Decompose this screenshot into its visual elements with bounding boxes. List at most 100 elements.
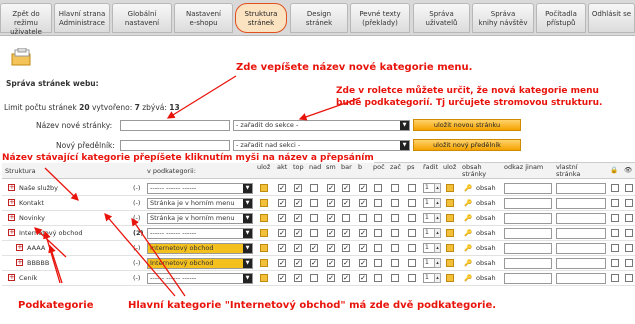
tab-5[interactable]: Design stránek <box>290 3 348 33</box>
subcategory-select[interactable]: ------ ------ ------ ▼ <box>147 183 253 194</box>
checkbox[interactable] <box>374 229 382 237</box>
checkbox[interactable] <box>374 184 382 192</box>
save-icon[interactable] <box>260 244 268 252</box>
tab-0[interactable]: Zpět do režimu uživatele <box>0 3 52 36</box>
save-icon[interactable] <box>260 274 268 282</box>
save-icon[interactable] <box>446 214 454 222</box>
expand-icon[interactable]: + <box>16 259 23 266</box>
checkbox[interactable]: ✓ <box>359 229 367 237</box>
row-name[interactable]: BBBBB <box>27 258 49 268</box>
order-spinner-icon[interactable]: ▴ <box>434 213 441 223</box>
order-spinner-icon[interactable]: ▴ <box>434 183 441 193</box>
expand-icon[interactable]: + <box>8 184 15 191</box>
content-link[interactable]: obsah <box>476 243 496 253</box>
checkbox[interactable] <box>611 274 619 282</box>
tab-10[interactable]: Odhlásit se <box>588 3 635 33</box>
new-page-input[interactable] <box>120 120 230 131</box>
tab-4[interactable]: Struktura stránek <box>235 3 287 33</box>
checkbox[interactable] <box>374 214 382 222</box>
checkbox[interactable]: ✓ <box>278 184 286 192</box>
save-icon[interactable] <box>260 214 268 222</box>
checkbox[interactable] <box>611 259 619 267</box>
save-icon[interactable] <box>446 259 454 267</box>
tab-9[interactable]: Počítadla přístupů <box>536 3 586 33</box>
checkbox[interactable] <box>625 229 633 237</box>
own-page-input[interactable] <box>556 273 606 284</box>
row-name[interactable]: Internetový obchod <box>19 228 82 238</box>
key-icon[interactable]: 🔑 <box>464 183 472 193</box>
checkbox[interactable] <box>625 259 633 267</box>
save-icon[interactable] <box>260 184 268 192</box>
link-elsewhere-input[interactable] <box>504 243 552 254</box>
checkbox[interactable] <box>359 214 367 222</box>
checkbox[interactable] <box>391 199 399 207</box>
save-icon[interactable] <box>260 199 268 207</box>
key-icon[interactable]: 🔑 <box>464 258 472 268</box>
checkbox[interactable]: ✓ <box>327 214 335 222</box>
checkbox[interactable]: ✓ <box>278 274 286 282</box>
save-icon[interactable] <box>446 184 454 192</box>
subcategory-select[interactable]: Stránka je v horním menu ▼ <box>147 213 253 224</box>
row-name[interactable]: Novinky <box>19 213 45 223</box>
checkbox[interactable] <box>408 244 416 252</box>
checkbox[interactable]: ✓ <box>359 244 367 252</box>
own-page-input[interactable] <box>556 243 606 254</box>
checkbox[interactable] <box>625 244 633 252</box>
row-name[interactable]: AAAA <box>27 243 45 253</box>
order-spinner-icon[interactable]: ▴ <box>434 273 441 283</box>
tab-3[interactable]: Nastavení e-shopu <box>174 3 233 33</box>
checkbox[interactable] <box>310 229 318 237</box>
checkbox[interactable]: ✓ <box>327 184 335 192</box>
tab-7[interactable]: Správa uživatelů <box>413 3 470 33</box>
order-spinner-icon[interactable]: ▴ <box>434 258 441 268</box>
checkbox[interactable]: ✓ <box>327 244 335 252</box>
checkbox[interactable]: ✓ <box>342 274 350 282</box>
checkbox[interactable]: ✓ <box>278 214 286 222</box>
checkbox[interactable]: ✓ <box>294 184 302 192</box>
checkbox[interactable]: ✓ <box>342 199 350 207</box>
checkbox[interactable] <box>310 214 318 222</box>
tab-6[interactable]: Pevné texty (překlady) <box>350 3 410 33</box>
checkbox[interactable]: ✓ <box>327 199 335 207</box>
checkbox[interactable]: ✓ <box>359 199 367 207</box>
row-name[interactable]: Kontakt <box>19 198 44 208</box>
checkbox[interactable] <box>611 214 619 222</box>
checkbox[interactable]: ✓ <box>294 244 302 252</box>
own-page-input[interactable] <box>556 228 606 239</box>
link-elsewhere-input[interactable] <box>504 213 552 224</box>
save-icon[interactable] <box>446 274 454 282</box>
key-icon[interactable]: 🔑 <box>464 228 472 238</box>
own-page-input[interactable] <box>556 258 606 269</box>
checkbox[interactable] <box>391 244 399 252</box>
checkbox[interactable]: ✓ <box>327 229 335 237</box>
checkbox[interactable]: ✓ <box>294 214 302 222</box>
content-link[interactable]: obsah <box>476 213 496 223</box>
checkbox[interactable] <box>408 259 416 267</box>
checkbox[interactable] <box>408 214 416 222</box>
checkbox[interactable] <box>310 274 318 282</box>
checkbox[interactable] <box>625 214 633 222</box>
checkbox[interactable]: ✓ <box>359 184 367 192</box>
subcategory-select[interactable]: Internetový obchod ▼ <box>147 258 253 269</box>
save-icon[interactable] <box>260 259 268 267</box>
checkbox[interactable] <box>391 259 399 267</box>
checkbox[interactable]: ✓ <box>278 244 286 252</box>
checkbox[interactable] <box>391 214 399 222</box>
order-spinner-icon[interactable]: ▴ <box>434 198 441 208</box>
checkbox[interactable] <box>408 184 416 192</box>
key-icon[interactable]: 🔑 <box>464 243 472 253</box>
checkbox[interactable]: ✓ <box>278 259 286 267</box>
link-elsewhere-input[interactable] <box>504 183 552 194</box>
key-icon[interactable]: 🔑 <box>464 213 472 223</box>
save-new-page-button[interactable]: uložit novou stránku <box>413 119 521 131</box>
subcategory-select[interactable]: Internetový obchod ▼ <box>147 243 253 254</box>
own-page-input[interactable] <box>556 183 606 194</box>
own-page-input[interactable] <box>556 213 606 224</box>
checkbox[interactable] <box>310 184 318 192</box>
subcategory-select[interactable]: Stránka je v horním menu ▼ <box>147 198 253 209</box>
checkbox[interactable]: ✓ <box>342 229 350 237</box>
checkbox[interactable] <box>391 184 399 192</box>
checkbox[interactable]: ✓ <box>294 274 302 282</box>
checkbox[interactable] <box>611 184 619 192</box>
checkbox[interactable] <box>374 199 382 207</box>
